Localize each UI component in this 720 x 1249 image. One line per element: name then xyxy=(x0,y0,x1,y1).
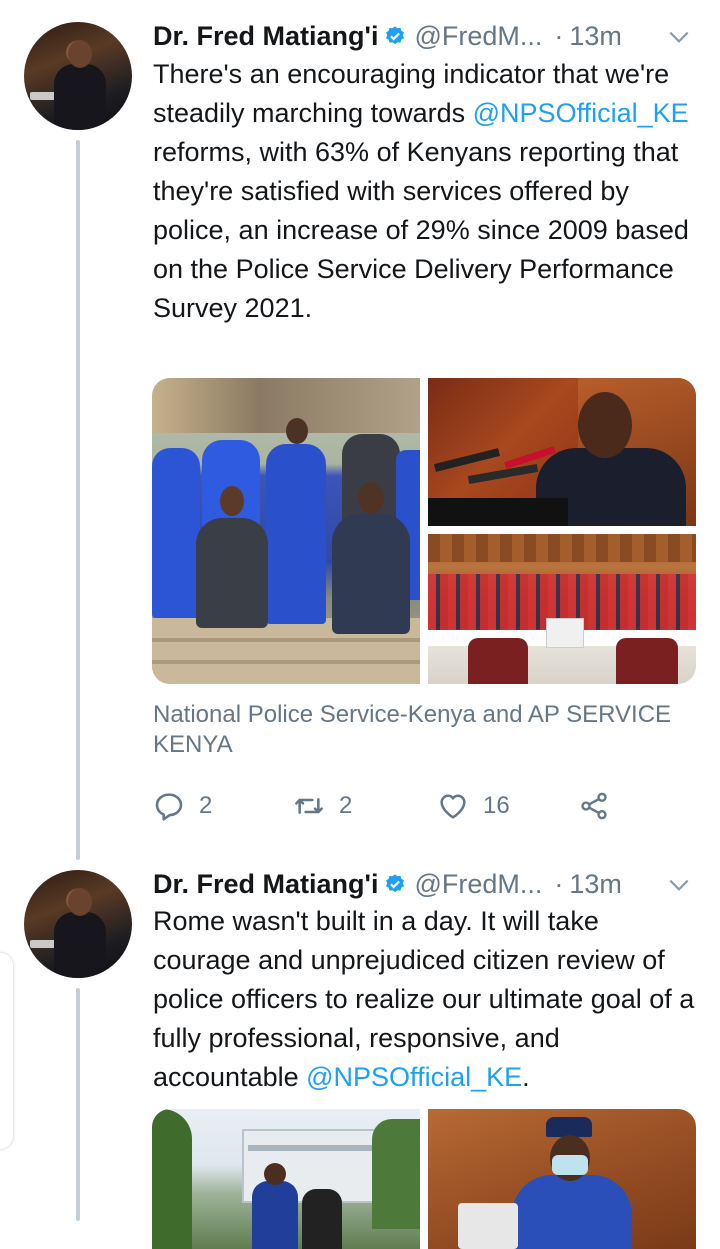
author-name[interactable]: Dr. Fred Matiang'i xyxy=(153,21,378,52)
tweet-text: There's an encouraging indicator that we… xyxy=(153,55,703,328)
thread-line xyxy=(76,988,80,1221)
share-icon xyxy=(581,792,607,820)
author-avatar[interactable] xyxy=(24,22,132,130)
separator: · xyxy=(554,20,564,51)
author-handle[interactable]: @FredM... xyxy=(414,869,542,900)
thread-line xyxy=(76,140,80,860)
mention-link[interactable]: @NPSOfficial_KE xyxy=(306,1062,522,1092)
media-tags[interactable]: National Police Service-Kenya and AP SER… xyxy=(153,700,703,760)
side-tab[interactable] xyxy=(0,952,14,1150)
photo-officer-speaking[interactable] xyxy=(428,1109,696,1249)
chevron-down-icon[interactable] xyxy=(666,872,692,898)
photo-meeting-room[interactable] xyxy=(428,534,696,684)
verified-badge-icon xyxy=(384,25,406,47)
tweet-text-part: reforms, with 63% of Kenyans reporting t… xyxy=(153,137,689,323)
retweet-count: 2 xyxy=(339,792,353,819)
chevron-down-icon[interactable] xyxy=(666,24,692,50)
photo-group-officers[interactable] xyxy=(152,378,420,684)
timestamp[interactable]: 13m xyxy=(569,21,622,52)
photo-outdoor-officers[interactable] xyxy=(152,1109,420,1249)
tweet[interactable]: Dr. Fred Matiang'i @FredM... · 13m There… xyxy=(0,0,720,860)
like-button[interactable]: 16 xyxy=(437,786,510,826)
media-grid xyxy=(152,378,696,684)
tweet-text: Rome wasn't built in a day. It will take… xyxy=(153,902,703,1097)
tweet-header: Dr. Fred Matiang'i @FredM... · 13m xyxy=(153,864,698,904)
mention-link[interactable]: @NPSOfficial_KE xyxy=(473,98,689,128)
tweet-actions: 2 2 16 xyxy=(153,786,713,826)
separator: · xyxy=(554,868,564,899)
tweet[interactable]: Dr. Fred Matiang'i @FredM... · 13m Rome … xyxy=(0,860,720,1249)
author-name[interactable]: Dr. Fred Matiang'i xyxy=(153,869,378,900)
retweet-icon xyxy=(295,798,323,814)
reply-icon xyxy=(155,793,183,821)
verified-badge-icon xyxy=(384,873,406,895)
tweet-header: Dr. Fred Matiang'i @FredM... · 13m xyxy=(153,16,698,56)
tweet-text-part: . xyxy=(522,1062,530,1092)
author-avatar[interactable] xyxy=(24,870,132,978)
author-handle[interactable]: @FredM... xyxy=(414,21,542,52)
retweet-button[interactable]: 2 xyxy=(293,786,352,826)
reply-button[interactable]: 2 xyxy=(153,786,212,826)
share-button[interactable] xyxy=(578,786,610,826)
photo-speaker[interactable] xyxy=(428,378,696,526)
reply-count: 2 xyxy=(199,792,213,819)
like-count: 16 xyxy=(483,792,510,819)
media-grid xyxy=(152,1109,696,1249)
heart-icon xyxy=(440,794,466,819)
timestamp[interactable]: 13m xyxy=(569,869,622,900)
